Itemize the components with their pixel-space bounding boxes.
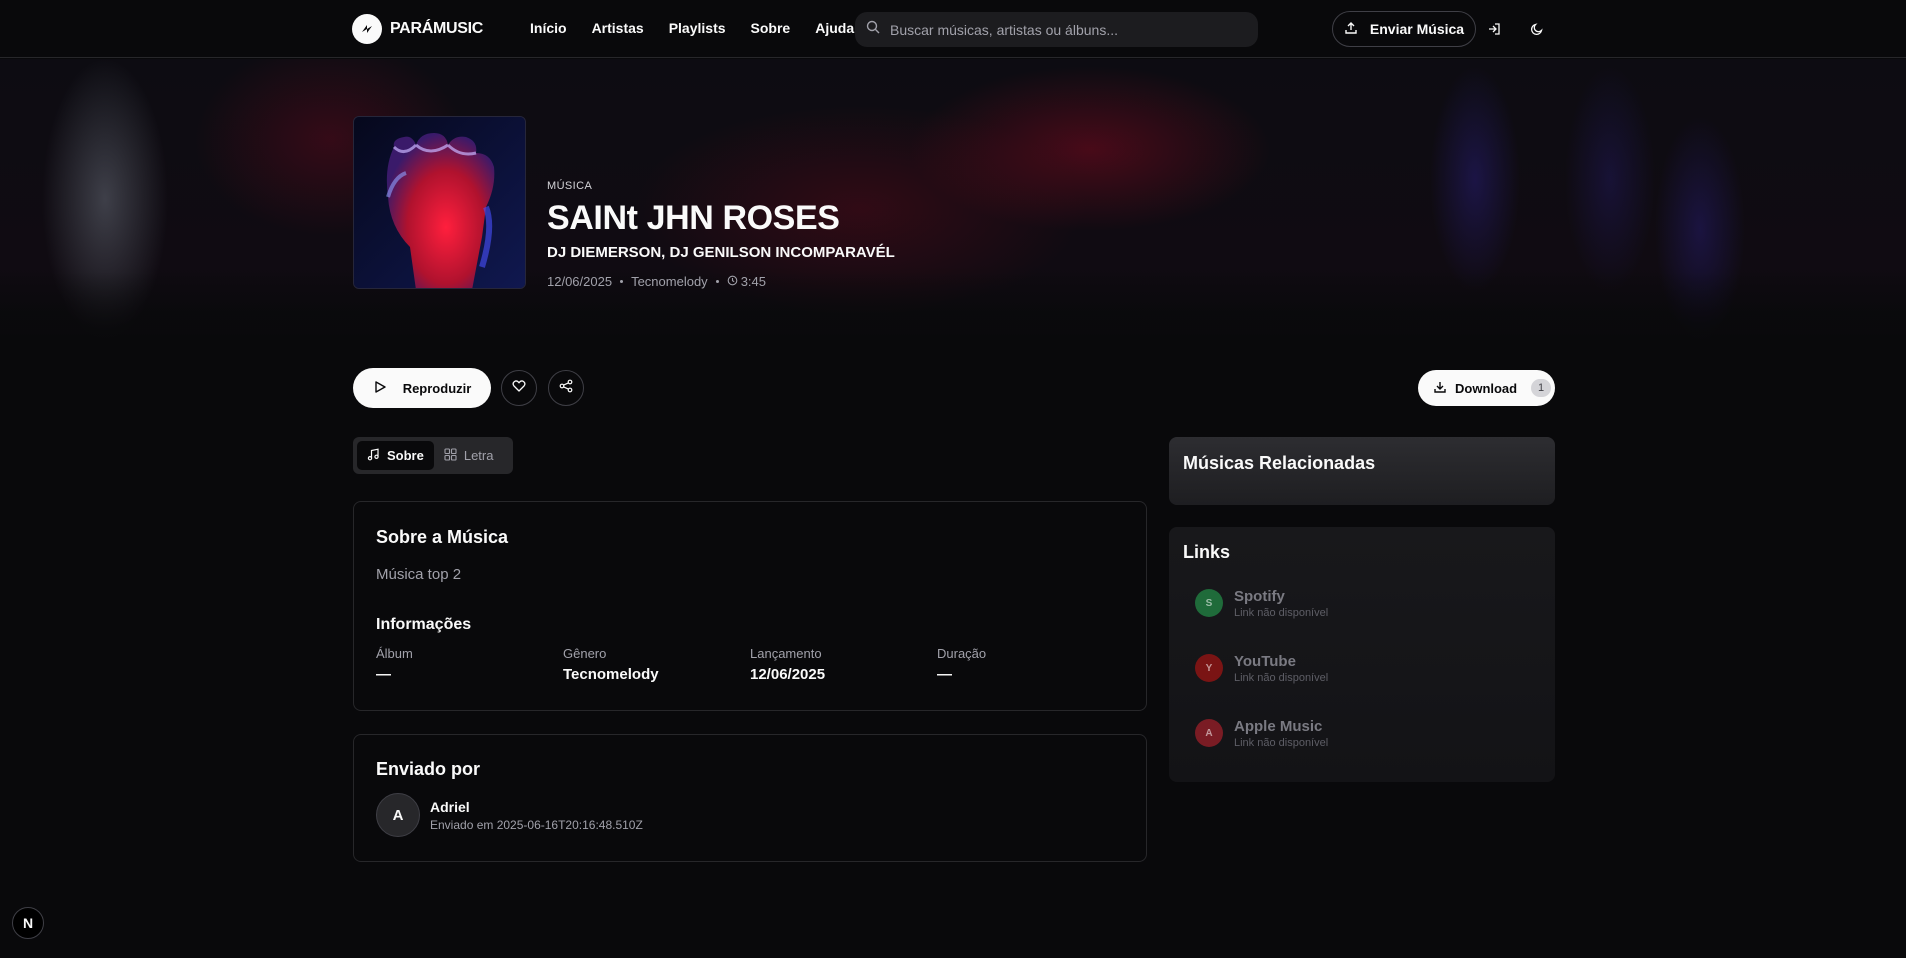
genre-label[interactable]: Tecnomelody — [631, 274, 708, 289]
song-meta: 12/06/2025 Tecnomelody 3:45 — [547, 274, 895, 289]
youtube-icon: Y — [1195, 654, 1223, 682]
link-item-spotify[interactable]: S Spotify Link não disponível — [1195, 583, 1541, 623]
logo-mark-icon — [352, 14, 382, 44]
link-item-youtube[interactable]: Y YouTube Link não disponível — [1195, 648, 1541, 688]
uploader-card: Enviado por A Adriel Enviado em 2025-06-… — [353, 734, 1147, 862]
song-title: SAINt JHN ROSES — [547, 199, 840, 237]
upload-icon — [1344, 21, 1358, 38]
avatar[interactable]: A — [376, 793, 420, 837]
main-nav: Início Artistas Playlists Sobre Ajuda — [530, 20, 854, 36]
uploader-info: A Adriel Enviado em 2025-06-16T20:16:48.… — [376, 793, 1124, 837]
apple-music-icon: A — [1195, 719, 1223, 747]
link-name: Apple Music — [1234, 717, 1323, 735]
favorite-button[interactable] — [501, 370, 537, 406]
nav-item-artistas[interactable]: Artistas — [592, 20, 644, 36]
info-field-album: Álbum — — [376, 646, 413, 683]
uploader-title: Enviado por — [376, 759, 481, 779]
info-field-duration: Duração — — [937, 646, 987, 683]
about-card: Sobre a Música Música top 2 Informações … — [353, 501, 1147, 711]
search-input[interactable] — [890, 21, 1250, 38]
download-button[interactable]: Download 1 — [1418, 370, 1555, 406]
song-artists[interactable]: DJ DIEMERSON, DJ GENILSON INCOMPARAVÉL — [547, 244, 895, 261]
song-header: MÚSICA SAINt JHN ROSES DJ DIEMERSON, DJ … — [547, 180, 895, 289]
top-header: PARÁMUSIC Início Artistas Playlists Sobr… — [0, 0, 1906, 58]
about-description: Música top 2 — [376, 566, 462, 583]
play-button[interactable]: Reproduzir — [353, 368, 491, 408]
release-date: 12/06/2025 — [547, 274, 613, 289]
links-list: S Spotify Link não disponível Y YouTube … — [1183, 583, 1541, 753]
heart-icon — [512, 379, 526, 398]
nav-item-ajuda[interactable]: Ajuda — [815, 20, 854, 36]
separator-dot — [620, 280, 624, 283]
tab-sobre[interactable]: Sobre — [357, 441, 434, 470]
related-songs-card: Músicas Relacionadas — [1169, 437, 1555, 505]
duration: 3:45 — [727, 274, 766, 289]
tab-letra-label: Letra — [463, 448, 494, 463]
tab-letra[interactable]: Letra — [434, 441, 504, 470]
uploader-sent-at: Enviado em 2025-06-16T20:16:48.510Z — [430, 817, 643, 832]
search-bar[interactable] — [855, 12, 1258, 47]
duration-value: 3:45 — [740, 274, 766, 289]
download-icon — [1433, 380, 1447, 397]
tab-sobre-label: Sobre — [387, 448, 424, 463]
share-button[interactable] — [548, 370, 584, 406]
moon-icon[interactable] — [1527, 19, 1547, 39]
clock-icon — [727, 274, 738, 289]
share-icon — [559, 379, 573, 398]
music-note-icon — [367, 447, 380, 464]
nav-item-sobre[interactable]: Sobre — [751, 20, 791, 36]
play-icon — [373, 380, 387, 397]
about-title: Sobre a Música — [376, 527, 509, 547]
link-name: Spotify — [1234, 587, 1285, 605]
download-label: Download — [1455, 380, 1518, 396]
dev-tools-badge[interactable]: N — [12, 907, 44, 939]
info-title: Informações — [376, 616, 472, 633]
upload-music-button[interactable]: Enviar Música — [1332, 11, 1476, 47]
uploader-name[interactable]: Adriel — [430, 799, 643, 815]
link-item-apple-music[interactable]: A Apple Music Link não disponível — [1195, 713, 1541, 753]
album-cover — [353, 116, 526, 289]
info-field-genre: Gênero Tecnomelody — [563, 646, 659, 683]
play-label: Reproduzir — [402, 380, 472, 396]
links-title: Links — [1183, 542, 1231, 562]
link-status: Link não disponível — [1234, 671, 1329, 684]
info-grid: Álbum — Gênero Tecnomelody Lançamento 12… — [376, 646, 1124, 683]
brand-logo[interactable]: PARÁMUSIC — [352, 14, 483, 44]
link-name: YouTube — [1234, 652, 1296, 670]
nav-item-playlists[interactable]: Playlists — [669, 20, 726, 36]
content-type-label: MÚSICA — [547, 180, 593, 192]
related-songs-title: Músicas Relacionadas — [1183, 453, 1376, 473]
link-status: Link não disponível — [1234, 606, 1329, 619]
spotify-icon: S — [1195, 589, 1223, 617]
dev-badge-letter: N — [22, 915, 34, 931]
info-field-release: Lançamento 12/06/2025 — [750, 646, 826, 683]
nav-item-inicio[interactable]: Início — [530, 20, 567, 36]
brand-name: PARÁMUSIC — [390, 20, 484, 37]
login-icon[interactable] — [1484, 19, 1504, 39]
hero-banner — [0, 59, 1906, 352]
download-count-badge: 1 — [1531, 379, 1552, 397]
link-status: Link não disponível — [1234, 736, 1329, 749]
grid-icon — [444, 447, 457, 464]
content-tabs: Sobre Letra — [353, 437, 513, 474]
separator-dot — [715, 280, 719, 283]
upload-music-label: Enviar Música — [1369, 21, 1465, 37]
search-icon — [866, 20, 880, 39]
links-card: Links S Spotify Link não disponível Y Yo… — [1169, 527, 1555, 782]
